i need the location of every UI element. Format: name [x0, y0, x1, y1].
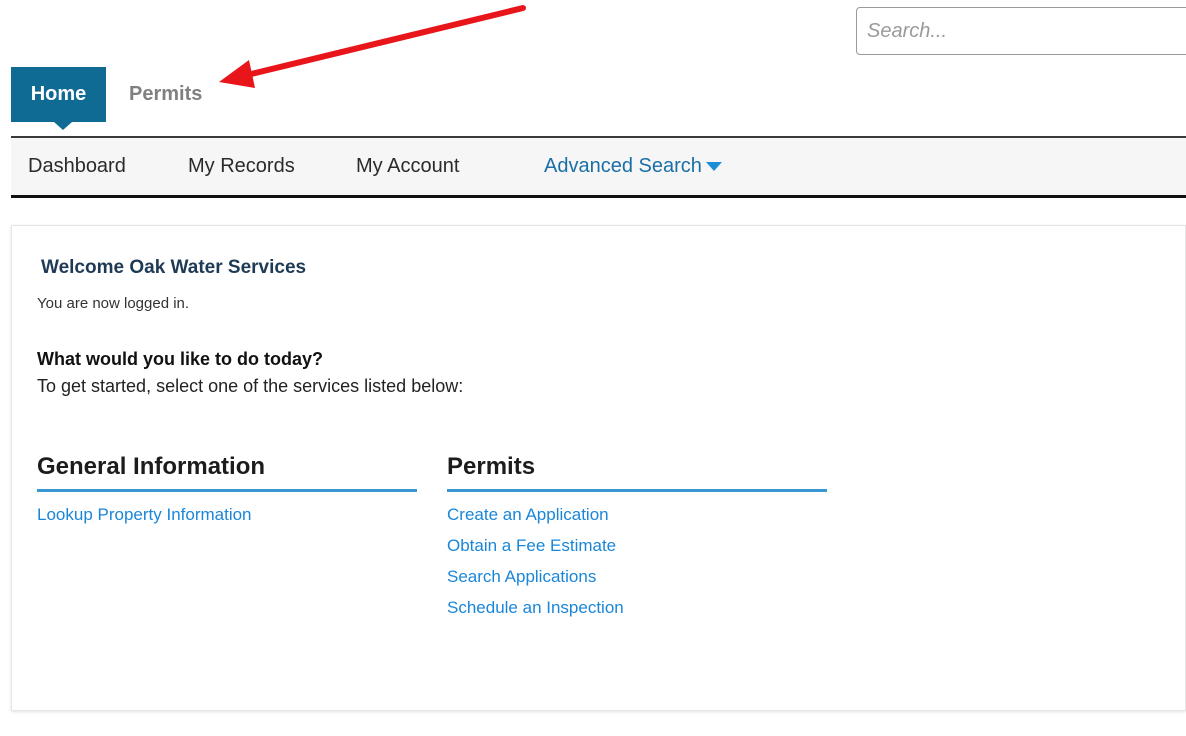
- caret-down-icon: [705, 162, 722, 172]
- tab-permits[interactable]: Permits: [106, 67, 202, 122]
- search-input[interactable]: [857, 8, 1167, 54]
- link-create-application[interactable]: Create an Application: [447, 504, 827, 535]
- section-heading: Permits: [447, 453, 827, 492]
- welcome-question: What would you like to do today?: [37, 349, 323, 369]
- welcome-title: Welcome Oak Water Services: [41, 257, 307, 278]
- link-search-applications[interactable]: Search Applications: [447, 566, 827, 597]
- section-link-list: Create an Application Obtain a Fee Estim…: [447, 504, 827, 628]
- nav-item-advanced-search[interactable]: Advanced Search: [544, 138, 722, 195]
- page: Home Permits Dashboard My Records My Acc…: [0, 0, 1186, 736]
- link-lookup-property-information[interactable]: Lookup Property Information: [37, 504, 417, 535]
- section-permits: Permits Create an Application Obtain a F…: [447, 453, 827, 628]
- nav-item-label: My Records: [188, 155, 295, 177]
- section-general-information: General Information Lookup Property Info…: [37, 453, 417, 535]
- nav-item-my-account[interactable]: My Account: [356, 138, 459, 195]
- red-arrow-icon: [219, 5, 526, 88]
- active-tab-indicator: [54, 122, 72, 130]
- nav-item-label: Advanced Search: [544, 155, 702, 177]
- welcome-panel: Welcome Oak Water Services You are now l…: [11, 225, 1186, 711]
- login-status: You are now logged in.: [37, 295, 190, 312]
- tab-home-label: Home: [30, 83, 87, 105]
- section-link-list: Lookup Property Information: [37, 504, 417, 535]
- nav-item-my-records[interactable]: My Records: [188, 138, 295, 195]
- top-tabs: Home Permits: [11, 67, 202, 130]
- tab-home[interactable]: Home: [11, 67, 106, 130]
- link-schedule-inspection[interactable]: Schedule an Inspection: [447, 597, 827, 628]
- search-box[interactable]: [856, 7, 1186, 55]
- secondary-nav: Dashboard My Records My Account Advanced…: [11, 136, 1186, 198]
- welcome-instruction: To get started, select one of the servic…: [37, 376, 464, 396]
- nav-item-dashboard[interactable]: Dashboard: [28, 138, 126, 195]
- tab-permits-label: Permits: [129, 83, 203, 105]
- section-heading: General Information: [37, 453, 417, 492]
- link-obtain-fee-estimate[interactable]: Obtain a Fee Estimate: [447, 535, 827, 566]
- nav-item-label: Dashboard: [28, 155, 126, 177]
- nav-item-label: My Account: [356, 155, 460, 177]
